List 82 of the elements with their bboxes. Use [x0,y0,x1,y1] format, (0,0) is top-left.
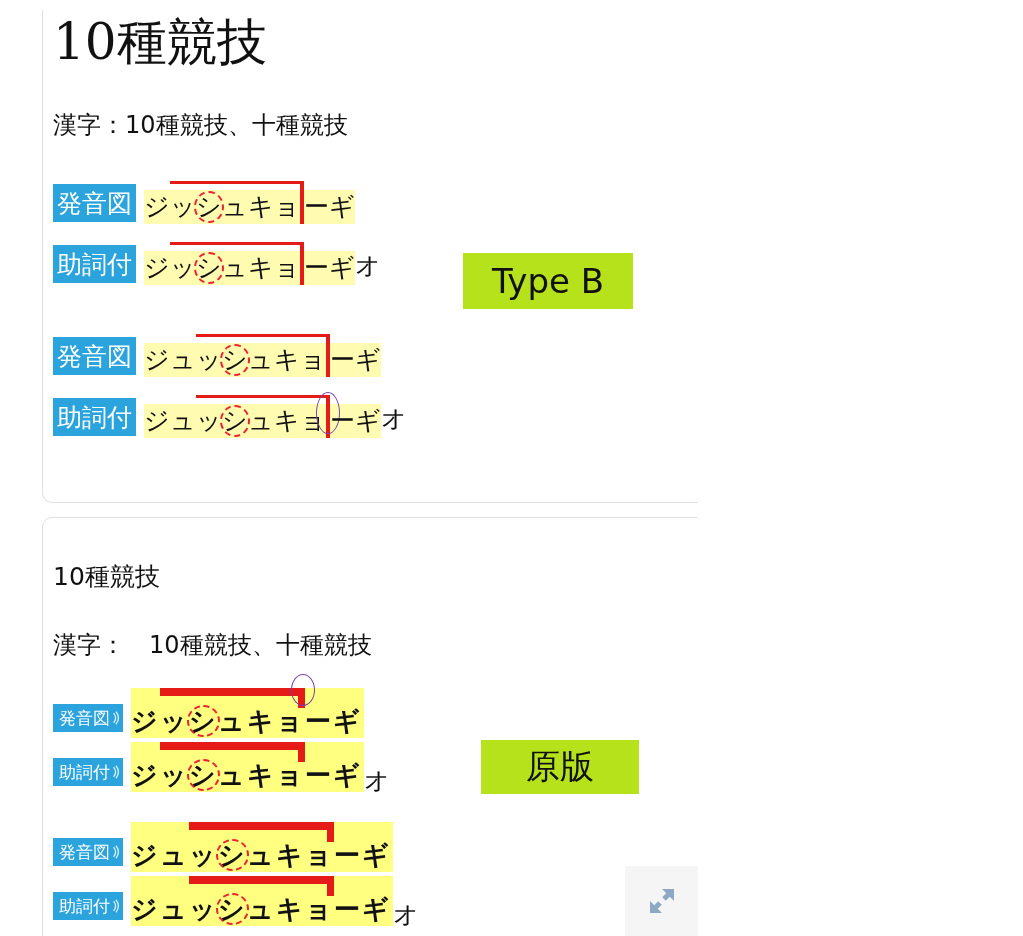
kana-mora: シ [196,181,222,224]
kana-mora: キ [274,334,300,377]
particle-text: オ [364,765,390,797]
kana-mora: シ [222,395,248,438]
kana-mora: キ [248,242,274,285]
kana-mora: ー [305,759,333,792]
kana-mora: シ [189,742,218,792]
kana-mora: キ [274,395,300,438]
kana-mora: ギ [355,405,381,437]
kana-mora: ギ [329,252,355,284]
sound-icon [112,897,120,915]
kana-mora: ュ [170,344,196,376]
kana-mora: シ [222,334,248,377]
kana-mora: ギ [362,839,391,872]
kana-mora: ー [304,191,329,223]
kana-mora: ー [330,405,355,437]
kana-mora: ギ [355,344,381,376]
pronunciation-badge[interactable]: 発音図 [53,704,123,732]
kana-mora: ー [305,705,333,738]
kana-mora: シ [218,822,247,872]
kana-mora: ョ [274,242,304,285]
kana-mora: ー [304,252,329,284]
sound-icon [112,843,120,861]
kana-mora: ジ [131,893,160,926]
kana-mora: ジ [131,705,160,738]
kana-mora: キ [247,742,276,792]
kana-mora: ュ [160,893,189,926]
kana-mora: ョ [300,395,330,438]
kana-mora: ッ [160,742,189,792]
kana-mora: ジ [131,759,160,792]
kana-mora: ッ [196,395,222,438]
kana-mora: ッ [170,181,196,224]
kana-mora: ュ [222,181,248,224]
kana-mora: ュ [170,405,196,437]
pronunciation-badge[interactable]: 発音図 [53,184,136,222]
pronunciation-badge[interactable]: 発音図 [53,337,136,375]
kana-mora: ジ [144,344,170,376]
kana-mora: シ [189,688,218,738]
pronunciation-badge[interactable]: 発音図 [53,838,123,866]
kana-mora: ッ [196,334,222,377]
pronunciation-badge[interactable]: 助詞付 [53,758,123,786]
kanji-line: 漢字：10種競技、十種競技 [53,110,349,141]
kana-mora: ョ [274,181,304,224]
kana-mora: ュ [248,395,274,438]
kana-mora: ョ [300,334,330,377]
kana-mora: ュ [247,822,276,872]
particle-text: オ [381,403,407,435]
kana-mora: ジ [144,191,170,223]
kana-mora: ジ [144,405,170,437]
kana-mora: ー [334,839,362,872]
kana-mora: ュ [222,242,248,285]
particle-text: オ [393,899,419,931]
kana-mora: ジ [131,839,160,872]
annotation-label: Type B [463,253,633,309]
sound-icon [112,763,120,781]
kana-mora: キ [248,181,274,224]
kana-mora: ギ [333,759,362,792]
pronunciation-badge[interactable]: 助詞付 [53,892,123,920]
kana-mora: ュ [248,334,274,377]
pronunciation-badge[interactable]: 助詞付 [53,398,136,436]
kana-mora: ギ [333,705,362,738]
annotation-label: 原版 [481,740,639,794]
sound-icon [112,709,120,727]
kana-mora: ッ [170,242,196,285]
kana-mora: ジ [144,252,170,284]
kana-mora: シ [196,242,222,285]
kana-mora: キ [276,876,305,926]
kana-mora: ュ [218,688,247,738]
kana-mora: ー [334,893,362,926]
kana-mora: ュ [247,876,276,926]
word-title: 10種競技 [53,12,268,73]
kana-mora: シ [218,876,247,926]
kana-mora: ッ [189,876,218,926]
kanji-line: 漢字： 10種競技、十種競技 [53,630,373,661]
particle-text: オ [355,250,381,282]
kana-mora: ギ [362,893,391,926]
kana-mora: ュ [160,839,189,872]
kana-mora: ー [330,344,355,376]
kana-mora: ギ [329,191,355,223]
pronunciation-badge[interactable]: 助詞付 [53,245,136,283]
word-title: 10種競技 [53,562,161,592]
kana-mora: ュ [218,742,247,792]
